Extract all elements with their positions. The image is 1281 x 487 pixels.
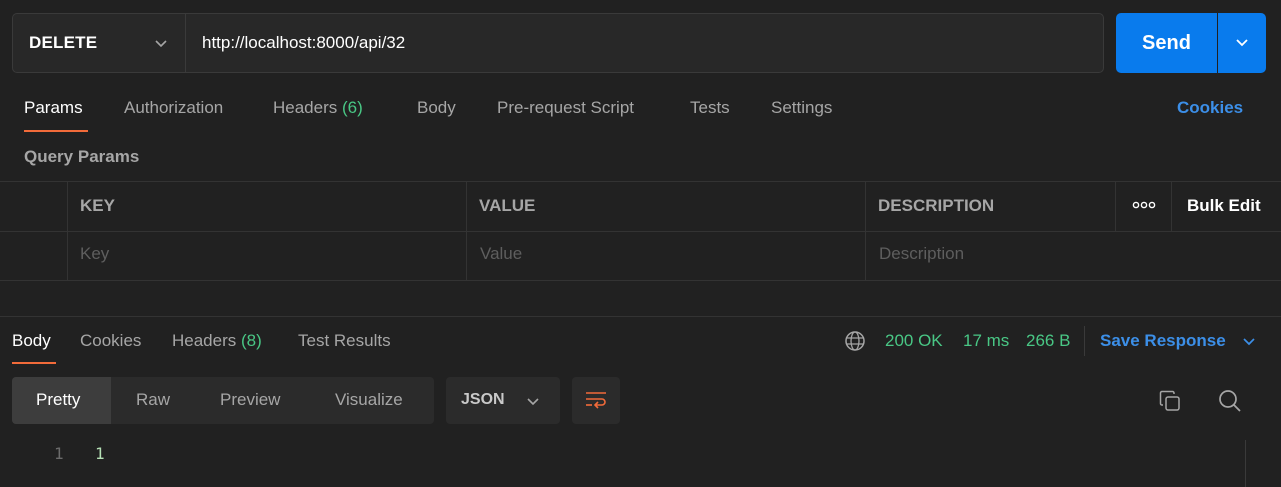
bulk-edit-button[interactable]: Bulk Edit [1187, 196, 1261, 216]
key-input[interactable]: Key [80, 244, 109, 264]
response-headers-count: (8) [241, 331, 262, 350]
table-divider [1171, 181, 1172, 231]
headers-count: (6) [342, 98, 363, 117]
tab-tests[interactable]: Tests [690, 98, 730, 118]
copy-icon[interactable] [1158, 389, 1182, 416]
wrap-lines-icon [584, 389, 608, 412]
cookies-link[interactable]: Cookies [1177, 98, 1243, 118]
tab-response-body[interactable]: Body [12, 331, 51, 351]
tab-response-headers-label: Headers [172, 331, 237, 350]
column-header-description: DESCRIPTION [878, 196, 995, 215]
chevron-down-icon [154, 36, 168, 53]
chevron-down-icon[interactable] [1242, 334, 1256, 351]
tab-authorization[interactable]: Authorization [124, 98, 223, 118]
format-pretty[interactable]: Pretty [36, 390, 80, 410]
format-preview[interactable]: Preview [220, 390, 280, 410]
tab-response-headers[interactable]: Headers (8) [172, 331, 262, 351]
save-response-button[interactable]: Save Response [1100, 331, 1226, 351]
table-divider [1115, 181, 1116, 231]
query-params-title: Query Params [24, 147, 140, 166]
tab-params[interactable]: Params [24, 98, 83, 118]
tab-body[interactable]: Body [417, 98, 456, 118]
tab-headers-label: Headers [273, 98, 338, 117]
search-icon[interactable] [1217, 388, 1243, 417]
status-divider [1084, 326, 1085, 356]
active-tab-indicator [24, 130, 88, 132]
tab-pre-request-script[interactable]: Pre-request Script [497, 98, 634, 118]
pane-divider [0, 316, 1281, 317]
url-input[interactable] [202, 33, 1082, 53]
tab-test-results[interactable]: Test Results [298, 331, 391, 351]
send-button[interactable]: Send [1116, 13, 1217, 73]
chevron-down-icon [526, 394, 540, 411]
response-time[interactable]: 17 ms [963, 331, 1009, 351]
editor-scrollbar[interactable] [1245, 440, 1246, 487]
line-number: 1 [54, 444, 64, 463]
status-code[interactable]: 200 OK [885, 331, 943, 351]
wrap-lines-button[interactable] [572, 377, 620, 424]
table-border-bottom [0, 280, 1281, 281]
table-border-top [0, 181, 1281, 182]
response-size[interactable]: 266 B [1026, 331, 1070, 351]
send-options-button[interactable] [1218, 13, 1266, 73]
format-raw[interactable]: Raw [136, 390, 170, 410]
tab-response-cookies[interactable]: Cookies [80, 331, 141, 351]
table-divider [466, 181, 467, 281]
table-divider [865, 181, 866, 281]
tab-settings[interactable]: Settings [771, 98, 832, 118]
language-label: JSON [461, 391, 505, 408]
url-field[interactable] [185, 13, 1104, 73]
value-input[interactable]: Value [480, 244, 522, 264]
description-input[interactable]: Description [879, 244, 964, 264]
table-divider [67, 181, 68, 281]
chevron-down-icon [1234, 34, 1250, 53]
column-header-value: VALUE [479, 196, 536, 215]
method-select[interactable]: DELETE [12, 13, 186, 73]
tab-headers[interactable]: Headers (6) [273, 98, 363, 118]
format-visualize[interactable]: Visualize [335, 390, 403, 410]
more-options-icon[interactable] [1131, 198, 1157, 215]
method-label: DELETE [29, 33, 98, 52]
active-tab-indicator [12, 362, 56, 364]
table-border-mid [0, 231, 1281, 232]
globe-icon[interactable] [844, 330, 866, 355]
column-header-key: KEY [80, 196, 115, 215]
response-body-content[interactable]: 1 [95, 444, 105, 463]
